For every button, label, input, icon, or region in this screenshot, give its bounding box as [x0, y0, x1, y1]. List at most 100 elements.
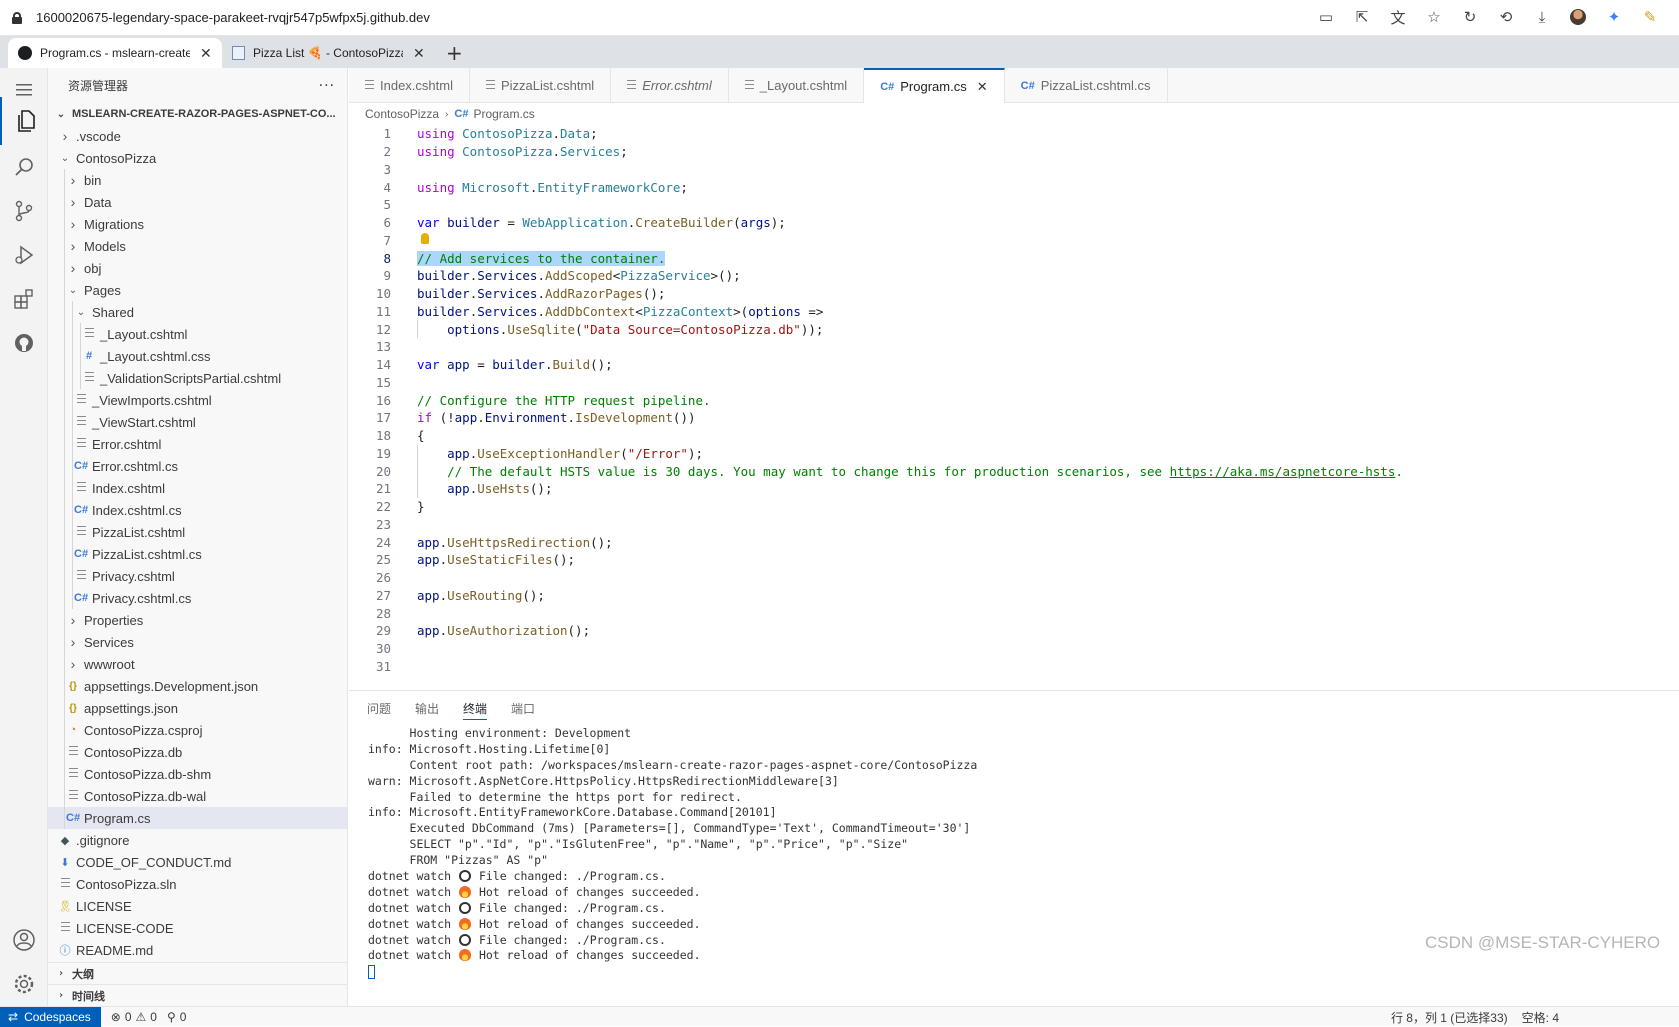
code-line: 27 app.UseRouting(); [349, 587, 1679, 605]
file-item[interactable]: PizzaList.cshtml [48, 521, 347, 543]
search-icon[interactable] [0, 145, 48, 189]
indent-guide [64, 631, 65, 653]
folder-item[interactable]: › Data [48, 191, 347, 213]
line-number: 25 [375, 552, 391, 568]
file-item[interactable]: C# Privacy.cshtml.cs [48, 587, 347, 609]
file-item[interactable]: ContosoPizza.sln [48, 873, 347, 895]
close-icon[interactable]: ✕ [977, 79, 988, 95]
file-item[interactable]: LICENSE-CODE [48, 917, 347, 939]
file-item[interactable]: C# Index.cshtml.cs [48, 499, 347, 521]
file-item[interactable]: ◆ .gitignore [48, 829, 347, 851]
timeline-section[interactable]: › 时间线 [48, 984, 347, 1006]
ports-status[interactable]: ⚲ 0 [167, 1010, 186, 1024]
breadcrumb-file[interactable]: Program.cs [473, 107, 534, 121]
folder-item[interactable]: ⌄ ContosoPizza [48, 147, 347, 169]
code-editor[interactable]: 1 using ContosoPizza.Data; 2 using ContosoP… [349, 125, 1679, 690]
breadcrumb-folder[interactable]: ContosoPizza [365, 107, 439, 121]
file-item[interactable]: _ViewImports.cshtml [48, 389, 347, 411]
file-item[interactable]: C# Program.cs [48, 807, 347, 829]
file-item[interactable]: ContosoPizza.db [48, 741, 347, 763]
open-external-icon[interactable]: ⇱ [1353, 8, 1371, 26]
folder-item[interactable]: › wwwroot [48, 653, 347, 675]
source-control-icon[interactable] [0, 189, 48, 233]
indentation[interactable]: 空格: 4 [1522, 1009, 1559, 1026]
editor-tab-label: PizzaList.cshtml.cs [1040, 78, 1151, 93]
remote-indicator[interactable]: ⇄ Codespaces [0, 1006, 101, 1027]
problems-status[interactable]: ⊗ 0 ⚠ 0 [111, 1010, 157, 1024]
editor-tab[interactable]: C# PizzaList.cshtml.cs [1005, 68, 1168, 103]
github-icon[interactable] [0, 321, 48, 365]
file-item[interactable]: _ValidationScriptsPartial.cshtml [48, 367, 347, 389]
indent-guide [72, 477, 73, 499]
profile-avatar[interactable] [1569, 8, 1587, 26]
editor-tab[interactable]: _Layout.cshtml [729, 68, 865, 103]
more-actions-icon[interactable]: ··· [319, 78, 335, 94]
code-token: app [447, 357, 470, 373]
editor-tab[interactable]: PizzaList.cshtml [470, 68, 612, 103]
browser-tab-program[interactable]: Program.cs - mslearn-create-ra ✕ [8, 38, 222, 68]
code-token: UseExceptionHandler [477, 445, 621, 461]
close-tab-icon[interactable]: ✕ [413, 45, 425, 62]
lightbulb-icon[interactable] [421, 232, 429, 244]
folder-item[interactable]: › Migrations [48, 213, 347, 235]
refresh-icon[interactable]: ↻ [1461, 8, 1479, 26]
history-icon[interactable]: ⟲ [1497, 8, 1515, 26]
run-debug-icon[interactable] [0, 233, 48, 277]
code-line: 16 // Configure the HTTP request pipeline… [349, 391, 1679, 409]
file-item[interactable]: ◔ ContosoPizza.csproj [48, 719, 347, 741]
folder-item[interactable]: › Properties [48, 609, 347, 631]
folder-item[interactable]: › .vscode [48, 125, 347, 147]
close-tab-icon[interactable]: ✕ [200, 45, 212, 62]
file-item[interactable]: Privacy.cshtml [48, 565, 347, 587]
folder-item[interactable]: › obj [48, 257, 347, 279]
tab-problems[interactable]: 问题 [367, 691, 391, 725]
chevron-right-icon: › [70, 634, 76, 650]
extensions-icon[interactable] [0, 277, 48, 321]
reading-list-icon[interactable]: ▭ [1317, 8, 1335, 26]
copilot-icon[interactable]: ✎ [1641, 8, 1659, 26]
browser-tab-pizza-list[interactable]: Pizza List 🍕 - ContosoPizza ✕ [222, 38, 436, 68]
account-icon[interactable] [0, 918, 48, 962]
cursor-position[interactable]: 行 8，列 1 (已选择33) [1391, 1009, 1508, 1026]
download-icon[interactable]: ⤓ [1533, 8, 1551, 26]
tab-ports[interactable]: 端口 [511, 691, 535, 725]
outline-section[interactable]: › 大纲 [48, 962, 347, 984]
folder-item[interactable]: ⌄ Pages [48, 279, 347, 301]
file-item[interactable]: _Layout.cshtml [48, 323, 347, 345]
chevron-down-icon: ⌄ [76, 306, 86, 318]
tab-terminal[interactable]: 终端 [463, 691, 488, 725]
file-item[interactable]: {} appsettings.json [48, 697, 347, 719]
translate-icon[interactable]: 文 [1389, 8, 1407, 27]
tree-item-label: LICENSE [76, 898, 132, 914]
file-item[interactable]: 🎗 LICENSE [48, 895, 347, 917]
file-item[interactable]: _ViewStart.cshtml [48, 411, 347, 433]
explorer-icon[interactable] [0, 97, 48, 145]
file-item[interactable]: Error.cshtml [48, 433, 347, 455]
folder-item[interactable]: › bin [48, 169, 347, 191]
line-number: 9 [383, 268, 391, 284]
file-item[interactable]: {} appsettings.Development.json [48, 675, 347, 697]
settings-gear-icon[interactable] [0, 962, 48, 1006]
folder-item[interactable]: ⌄ Shared [48, 301, 347, 323]
file-item[interactable]: ⬇ CODE_OF_CONDUCT.md [48, 851, 347, 873]
folder-item[interactable]: › Services [48, 631, 347, 653]
workspace-root[interactable]: ⌄ MSLEARN-CREATE-RAZOR-PAGES-ASPNET-CO..… [48, 103, 347, 125]
editor-tab[interactable]: Index.cshtml [349, 68, 470, 103]
file-item[interactable]: C# PizzaList.cshtml.cs [48, 543, 347, 565]
lines-glyph [76, 416, 86, 425]
file-item[interactable]: # _Layout.cshtml.css [48, 345, 347, 367]
file-item[interactable]: C# Error.cshtml.cs [48, 455, 347, 477]
new-tab-button[interactable]: + [446, 38, 463, 68]
file-item[interactable]: ⓘ README.md [48, 939, 347, 961]
tab-output[interactable]: 输出 [415, 691, 439, 725]
file-item[interactable]: Index.cshtml [48, 477, 347, 499]
address-url[interactable]: 1600020675-legendary-space-parakeet-rvqj… [36, 10, 430, 25]
folder-item[interactable]: › Models [48, 235, 347, 257]
editor-tab[interactable]: Error.cshtml [611, 68, 729, 103]
file-item[interactable]: ContosoPizza.db-shm [48, 763, 347, 785]
favorite-star-icon[interactable]: ☆ [1425, 8, 1443, 26]
lines-glyph [365, 79, 374, 89]
extension-icon[interactable]: ✦ [1605, 8, 1623, 26]
file-item[interactable]: ContosoPizza.db-wal [48, 785, 347, 807]
editor-tab[interactable]: C# Program.cs ✕ [864, 68, 1005, 103]
